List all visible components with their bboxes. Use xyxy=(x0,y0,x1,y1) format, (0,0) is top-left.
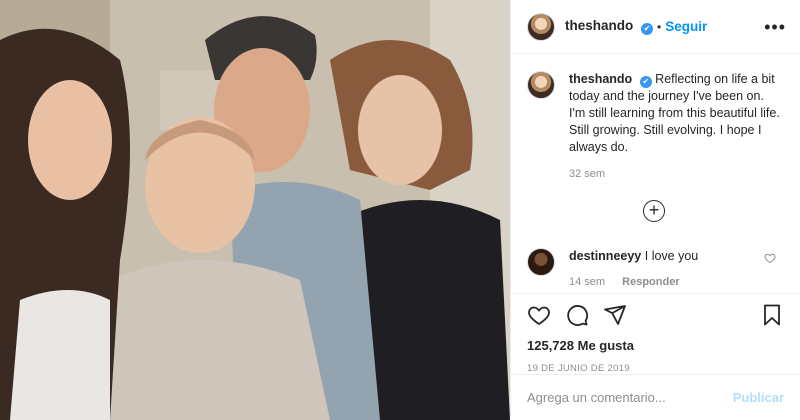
verified-icon: ✔ xyxy=(639,76,652,88)
comment-input[interactable] xyxy=(527,390,733,405)
action-bar xyxy=(527,302,784,328)
comment-text: I love you xyxy=(644,249,699,263)
comment-icon[interactable] xyxy=(565,303,589,327)
author-username[interactable]: theshando ✔ xyxy=(565,18,654,35)
caption-body: theshando ✔ Reflecting on life a bit tod… xyxy=(569,71,783,183)
caption: theshando ✔ Reflecting on life a bit tod… xyxy=(527,71,786,183)
post-header: theshando ✔ • Seguir ••• xyxy=(511,0,800,54)
comment-time[interactable]: 14 sem xyxy=(569,276,605,288)
actions-section: 125,728 Me gusta 19 DE JUNIO DE 2019 xyxy=(511,293,800,374)
comment-body: destinneeyy I love you 14 sem Responder xyxy=(569,248,698,290)
post-side-panel: theshando ✔ • Seguir ••• theshando ✔ Ref… xyxy=(510,0,800,420)
comment-item: destinneeyy I love you 14 sem Responder xyxy=(527,248,786,290)
caption-time[interactable]: 32 sem xyxy=(569,166,783,183)
post-date[interactable]: 19 DE JUNIO DE 2019 xyxy=(527,363,784,374)
caption-avatar[interactable] xyxy=(527,71,555,99)
publish-button[interactable]: Publicar xyxy=(733,390,784,405)
comments-area[interactable]: theshando ✔ Reflecting on life a bit tod… xyxy=(511,55,800,293)
add-comment-bar: Publicar xyxy=(511,374,800,420)
heart-icon[interactable] xyxy=(527,303,551,327)
follow-button[interactable]: Seguir xyxy=(665,19,707,34)
share-icon[interactable] xyxy=(603,303,627,327)
bookmark-icon[interactable] xyxy=(760,303,784,327)
comment-username[interactable]: destinneeyy xyxy=(569,249,641,263)
post-photo-illustration xyxy=(0,0,510,420)
plus-circle-icon[interactable]: + xyxy=(643,200,665,222)
comment-meta: 14 sem Responder xyxy=(569,274,698,290)
instagram-post: theshando ✔ • Seguir ••• theshando ✔ Ref… xyxy=(0,0,800,420)
commenter-avatar[interactable] xyxy=(527,248,555,276)
reply-button[interactable]: Responder xyxy=(622,276,679,288)
separator-dot: • xyxy=(657,19,662,34)
caption-username[interactable]: theshando xyxy=(569,72,632,86)
more-options-icon[interactable]: ••• xyxy=(764,18,786,36)
author-avatar[interactable] xyxy=(527,12,555,41)
likes-count[interactable]: 125,728 Me gusta xyxy=(527,338,784,353)
small-heart-icon[interactable] xyxy=(764,252,776,264)
verified-icon: ✔ xyxy=(641,23,654,35)
post-photo[interactable] xyxy=(0,0,510,420)
